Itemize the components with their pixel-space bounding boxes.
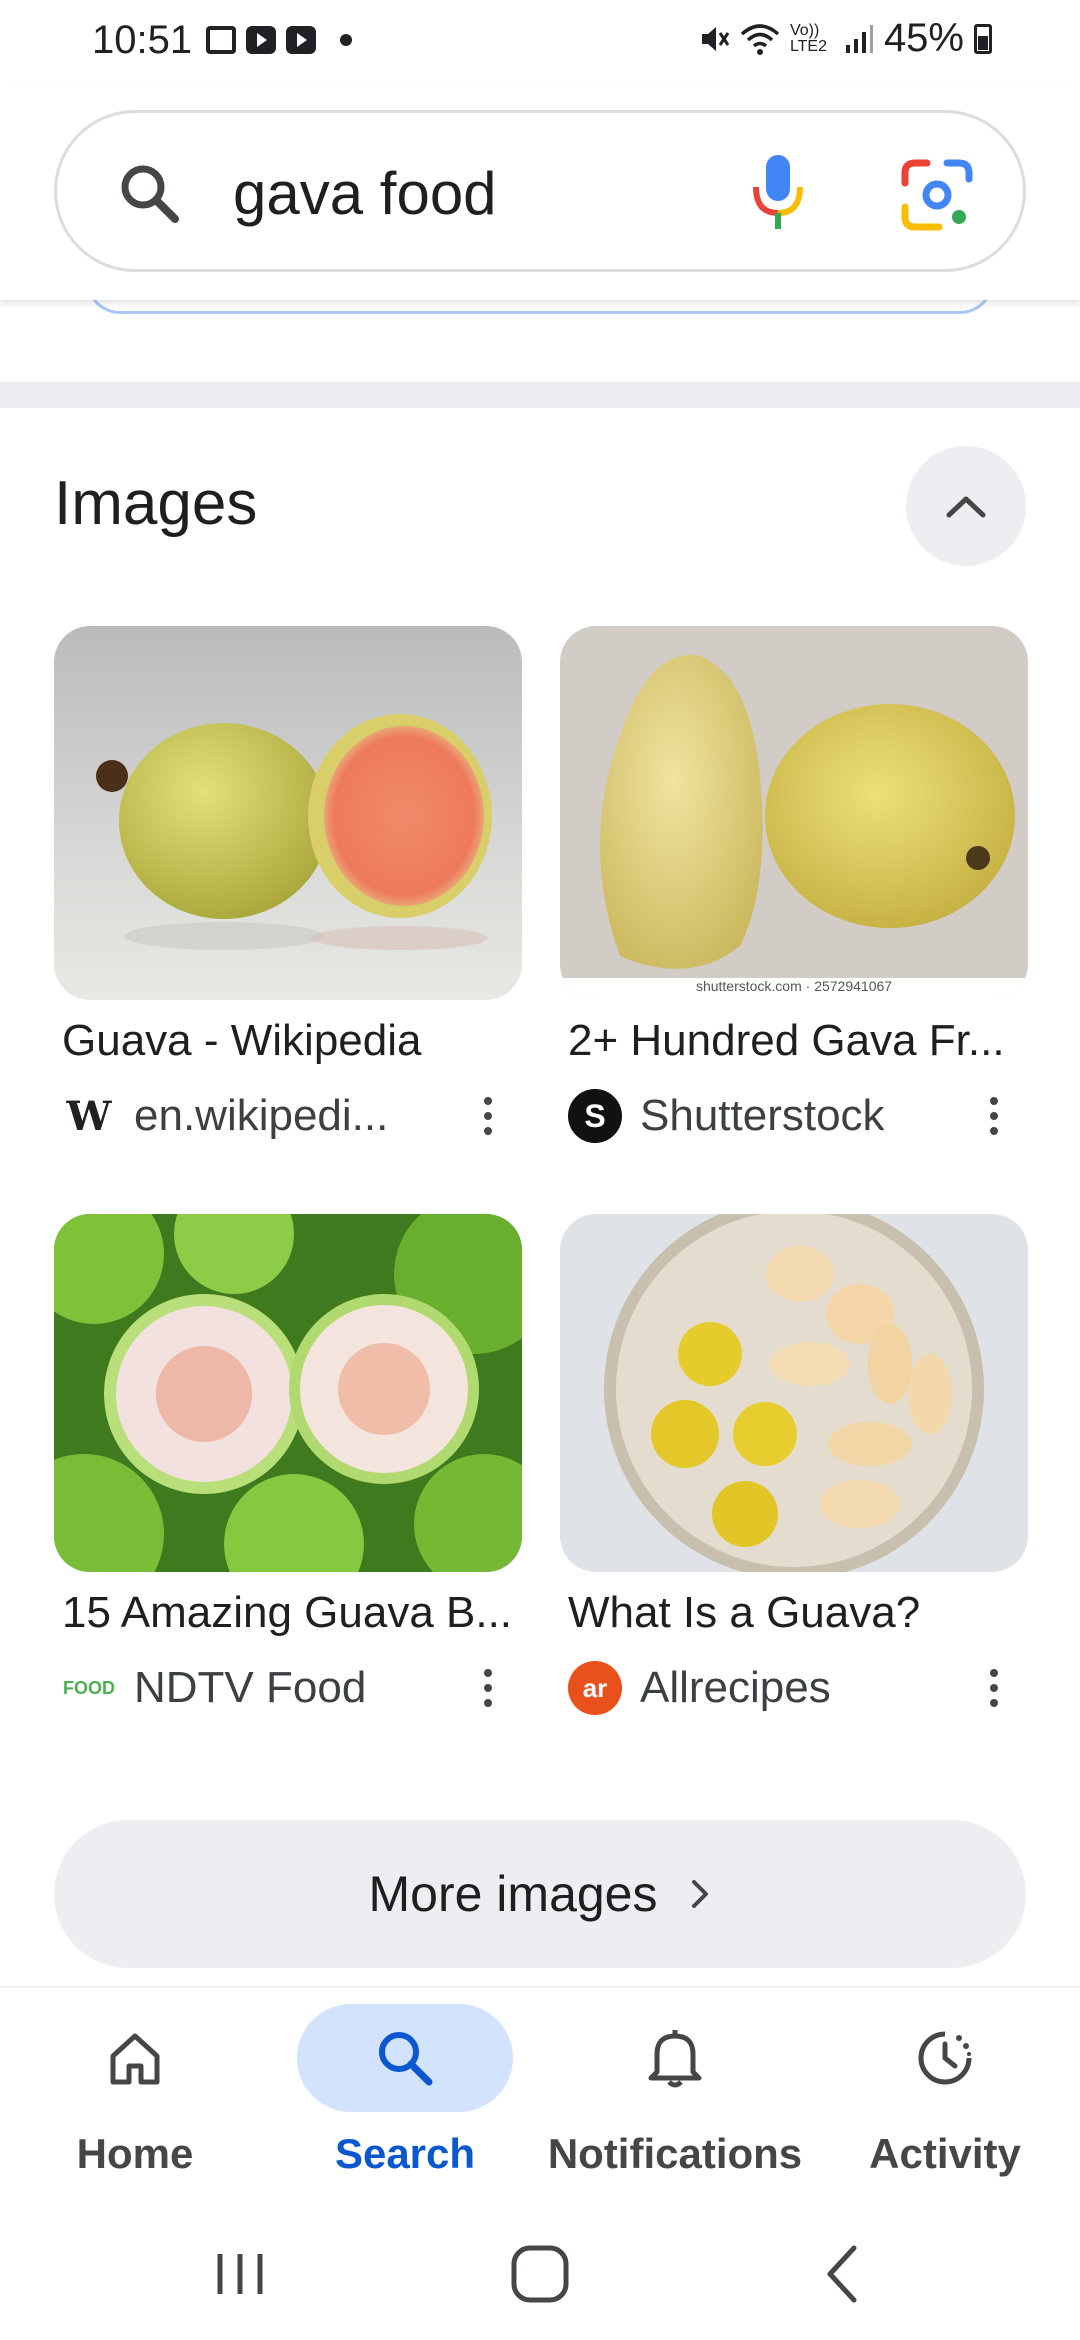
search-header: gava food — [0, 84, 1080, 300]
source-name: Shutterstock — [640, 1091, 885, 1140]
image-result-source: W en.wikipedi... — [54, 1088, 522, 1144]
image-result-card[interactable]: shutterstock.com · 2572941067 2+ Hundred… — [560, 626, 1028, 1144]
home-button-icon[interactable] — [500, 2234, 580, 2314]
youtube-notification-icon — [286, 26, 316, 54]
recent-apps-icon[interactable] — [200, 2234, 280, 2314]
signal-icon — [845, 24, 873, 53]
mute-icon — [701, 26, 730, 51]
nav-home-label: Home — [76, 2130, 194, 2177]
source-name: en.wikipedi... — [134, 1091, 389, 1140]
more-notifications-dot-icon — [340, 34, 352, 46]
bell-icon — [648, 2030, 702, 2088]
nav-search[interactable]: Search — [285, 2004, 525, 2194]
status-time: 10:51 — [92, 18, 193, 62]
shutterstock-logo-icon: S — [568, 1089, 622, 1143]
nav-home[interactable]: Home — [15, 2004, 255, 2194]
search-icon — [121, 165, 179, 223]
image-result-source: S Shutterstock — [560, 1088, 1028, 1144]
network-type-label: Vo)) LTE2 — [789, 21, 827, 55]
battery-percent: 45% — [883, 16, 964, 60]
wifi-icon — [740, 23, 780, 55]
more-options-icon[interactable] — [974, 1088, 1014, 1144]
green-guavas-image — [54, 1214, 522, 1572]
nav-activity-pill — [837, 2004, 1053, 2112]
collapse-images-button[interactable] — [906, 446, 1026, 566]
notification-icons — [206, 26, 352, 54]
source-name: NDTV Food — [134, 1663, 367, 1712]
image-result-source: FOOD NDTV Food — [54, 1660, 522, 1716]
guava-halves-image — [54, 626, 522, 1000]
search-icon — [379, 2032, 433, 2086]
back-icon[interactable] — [804, 2234, 884, 2314]
image-thumbnail[interactable] — [560, 1214, 1028, 1572]
nav-home-pill — [27, 2004, 243, 2112]
image-result-title[interactable]: What Is a Guava? — [560, 1588, 1028, 1638]
ndtv-food-logo-icon: FOOD — [63, 1677, 115, 1698]
image-result-title[interactable]: Guava - Wikipedia — [54, 1016, 522, 1066]
image-thumbnail[interactable]: shutterstock.com · 2572941067 — [560, 626, 1028, 1000]
section-divider — [0, 382, 1080, 408]
image-result-source: ar Allrecipes — [560, 1660, 1028, 1716]
search-input[interactable]: gava food — [54, 110, 1026, 272]
chevron-up-icon — [946, 496, 986, 518]
more-images-button[interactable]: More images — [54, 1820, 1026, 1968]
image-thumbnail[interactable] — [54, 626, 522, 1000]
chevron-right-icon — [691, 1880, 708, 1908]
google-lens-icon[interactable] — [899, 157, 975, 233]
home-icon — [110, 2033, 160, 2085]
yellow-guavas-image — [560, 626, 1028, 1000]
nav-notifications-label: Notifications — [547, 2130, 803, 2177]
image-result-card[interactable]: What Is a Guava? ar Allrecipes — [560, 1214, 1028, 1716]
image-result-card[interactable]: Guava - Wikipedia W en.wikipedi... — [54, 626, 522, 1144]
nav-search-pill — [297, 2004, 513, 2112]
bottom-navigation: Home Search Notifications Activity — [0, 1986, 1080, 2206]
more-options-icon[interactable] — [468, 1660, 508, 1716]
voice-search-mic-icon[interactable] — [743, 153, 813, 233]
youtube-notification-icon — [246, 26, 276, 54]
system-navigation-bar — [0, 2206, 1080, 2340]
more-options-icon[interactable] — [974, 1660, 1014, 1716]
nav-notifications-pill — [567, 2004, 783, 2112]
image-result-card[interactable]: 15 Amazing Guava B... FOOD NDTV Food — [54, 1214, 522, 1716]
more-images-label: More images — [368, 1866, 658, 1922]
image-thumbnail[interactable] — [54, 1214, 522, 1572]
images-section-title: Images — [54, 469, 258, 538]
image-result-title[interactable]: 2+ Hundred Gava Fr... — [560, 1016, 1028, 1066]
more-options-icon[interactable] — [468, 1088, 508, 1144]
nav-search-label: Search — [334, 2130, 476, 2177]
nav-activity-label: Activity — [869, 2130, 1021, 2177]
gallery-notification-icon — [206, 26, 236, 54]
image-watermark: shutterstock.com · 2572941067 — [695, 978, 893, 994]
search-query: gava food — [233, 160, 497, 227]
system-indicators: Vo)) LTE2 45% — [696, 16, 992, 61]
source-name: Allrecipes — [640, 1663, 831, 1712]
activity-icon — [918, 2031, 972, 2085]
nav-notifications[interactable]: Notifications — [548, 2004, 802, 2194]
allrecipes-logo-icon: ar — [568, 1661, 622, 1715]
image-result-title[interactable]: 15 Amazing Guava B... — [54, 1588, 522, 1638]
nav-activity[interactable]: Activity — [825, 2004, 1065, 2194]
guava-plate-image — [560, 1214, 1028, 1572]
battery-icon — [974, 23, 992, 54]
wikipedia-logo-icon: W — [66, 1092, 112, 1140]
status-bar: 10:51 Vo)) LTE2 45% — [0, 0, 1080, 84]
